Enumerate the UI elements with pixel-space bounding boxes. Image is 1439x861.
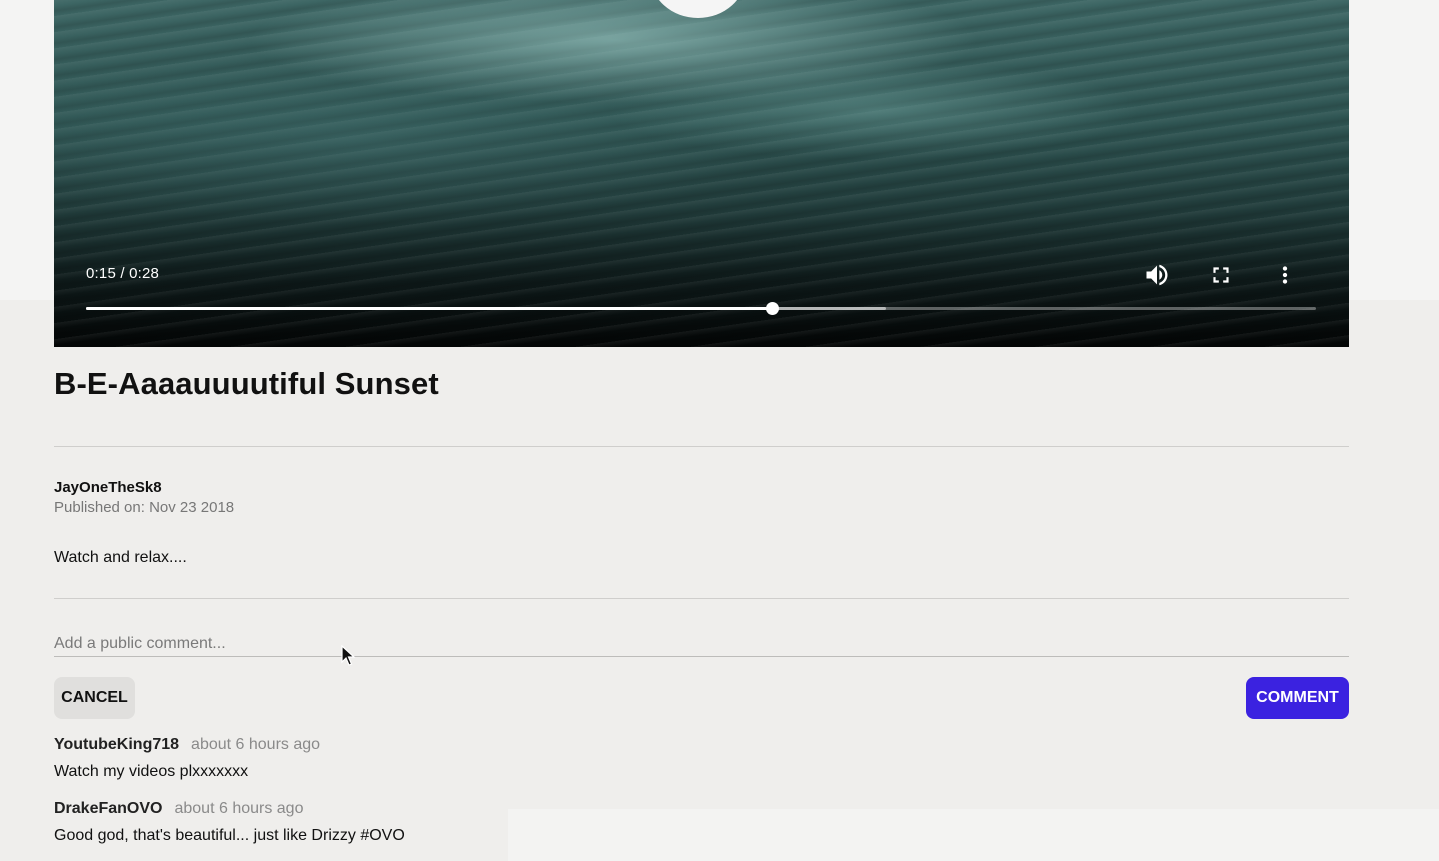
channel-name[interactable]: JayOneTheSk8 [54,479,162,496]
publish-date: Published on: Nov 23 2018 [54,499,235,516]
comment-item: YoutubeKing718 about 6 hours ago Watch my… [54,736,320,781]
played-bar [86,307,773,310]
comment-author[interactable]: YoutubeKing718 [54,736,179,753]
comment-submit-button[interactable]: COMMENT [1246,677,1349,719]
seek-handle[interactable] [766,302,780,315]
comment-author[interactable]: DrakeFanOVO [54,800,162,817]
divider [54,446,1349,447]
video-description: Watch and relax.... [54,549,187,566]
seek-bar[interactable] [86,302,1316,315]
comment-item: DrakeFanOVO about 6 hours ago Good god, t… [54,800,405,845]
comment-text: Good god, that's beautiful... just like … [54,827,405,844]
video-title: B-E-Aaaauuuutiful Sunset [54,366,439,401]
more-vertical-icon [1272,262,1298,288]
video-player[interactable]: 0:15 / 0:28 [54,0,1349,347]
time-display: 0:15 / 0:28 [86,265,160,282]
fullscreen-button[interactable] [1205,259,1237,291]
comment-header: YoutubeKing718 about 6 hours ago [54,736,320,754]
play-button[interactable] [650,0,746,18]
comment-time: about 6 hours ago [174,800,304,817]
cancel-button[interactable]: CANCEL [54,677,135,719]
more-options-button[interactable] [1269,259,1301,291]
comment-input[interactable] [54,632,1349,657]
mouse-cursor-icon [341,644,356,672]
volume-up-icon [1143,261,1171,289]
page-background-bottom [508,809,1439,861]
comment-text: Watch my videos plxxxxxxx [54,763,249,780]
fullscreen-icon [1208,262,1234,288]
comment-header: DrakeFanOVO about 6 hours ago [54,800,405,818]
video-watch-page: 0:15 / 0:28 B-E-Aaaauuuutiful Sunset Jay… [0,0,1439,861]
comment-time: about 6 hours ago [191,736,321,753]
volume-button[interactable] [1141,259,1173,291]
divider [54,598,1349,599]
